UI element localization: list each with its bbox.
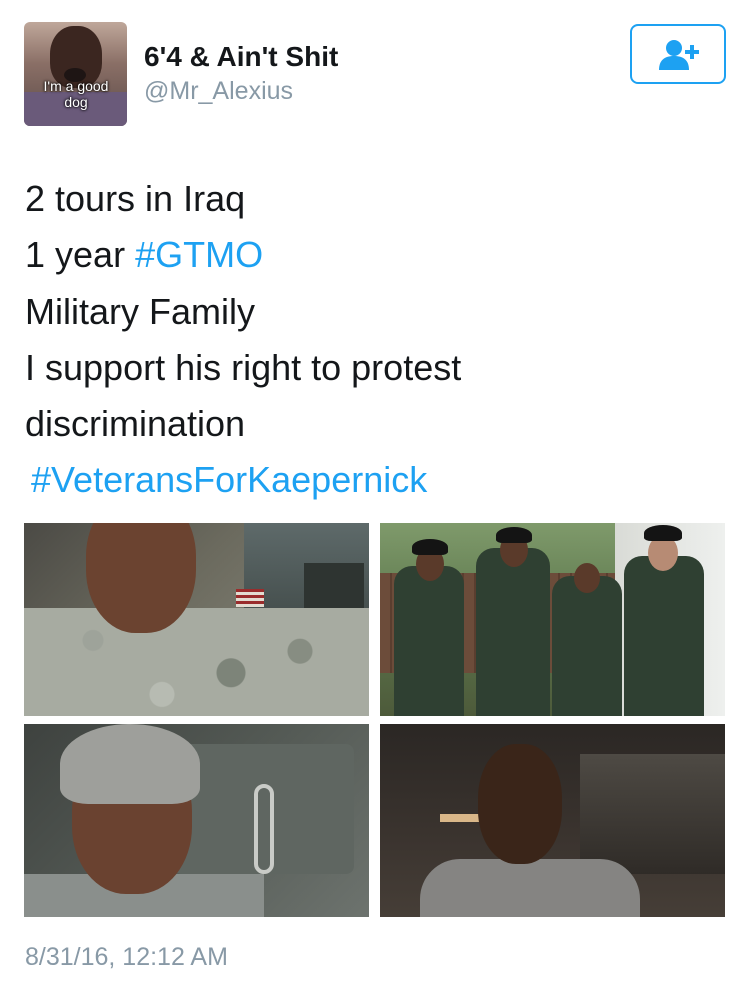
photo-soldier-camo-selfie[interactable] xyxy=(24,523,369,716)
person-head xyxy=(574,563,600,593)
avatar[interactable]: I'm a good dog xyxy=(24,22,127,126)
person-soldier xyxy=(552,576,622,716)
person-soldier xyxy=(394,566,464,716)
beanie xyxy=(60,724,200,804)
tweet-line: discrimination xyxy=(25,403,246,445)
flag-patch xyxy=(236,589,264,607)
soldier-head xyxy=(86,523,196,633)
camo-uniform xyxy=(24,608,369,716)
tweet-text: 2 tours in Iraq 1 year #GTMO Military Fa… xyxy=(25,171,725,509)
tweet-line: I support his right to protest xyxy=(25,346,462,388)
photo-portrait-dark[interactable] xyxy=(380,724,725,917)
avatar-caption: I'm a good dog xyxy=(43,78,109,110)
photo-grid xyxy=(24,523,725,917)
tweet-timestamp[interactable]: 8/31/16, 12:12 AM xyxy=(25,943,228,972)
person-soldier xyxy=(476,548,550,716)
photo-family-dress-uniforms[interactable] xyxy=(380,523,725,716)
tweet-card: I'm a good dog 6'4 & Ain't Shit @Mr_Alex… xyxy=(0,0,749,996)
tweet-line: Military Family xyxy=(25,290,255,332)
user-display-name[interactable]: 6'4 & Ain't Shit xyxy=(144,41,338,73)
follow-user-plus-icon xyxy=(659,40,699,70)
hatch-handle xyxy=(254,784,274,874)
background-window xyxy=(580,754,725,874)
tweet-line: #VeteransForKaepernick xyxy=(25,452,725,508)
tweet-line: 2 tours in Iraq xyxy=(25,178,246,219)
hashtag-link-gtmo[interactable]: #GTMO xyxy=(135,234,263,275)
beret xyxy=(644,525,682,541)
photo-soldier-beanie-vehicle[interactable] xyxy=(24,724,369,917)
beret xyxy=(496,527,532,543)
man-head xyxy=(478,744,562,864)
user-handle[interactable]: @Mr_Alexius xyxy=(144,77,293,106)
background-lamp xyxy=(440,814,480,822)
beret xyxy=(412,539,448,555)
hashtag-link-veterans-for-kaepernick[interactable]: #VeteransForKaepernick xyxy=(31,459,427,500)
tweet-line-text: 1 year xyxy=(25,234,136,276)
follow-button[interactable] xyxy=(630,24,726,84)
gray-shirt xyxy=(420,859,640,917)
tweet-line: 1 year #GTMO xyxy=(25,227,725,283)
person-soldier xyxy=(624,556,704,716)
